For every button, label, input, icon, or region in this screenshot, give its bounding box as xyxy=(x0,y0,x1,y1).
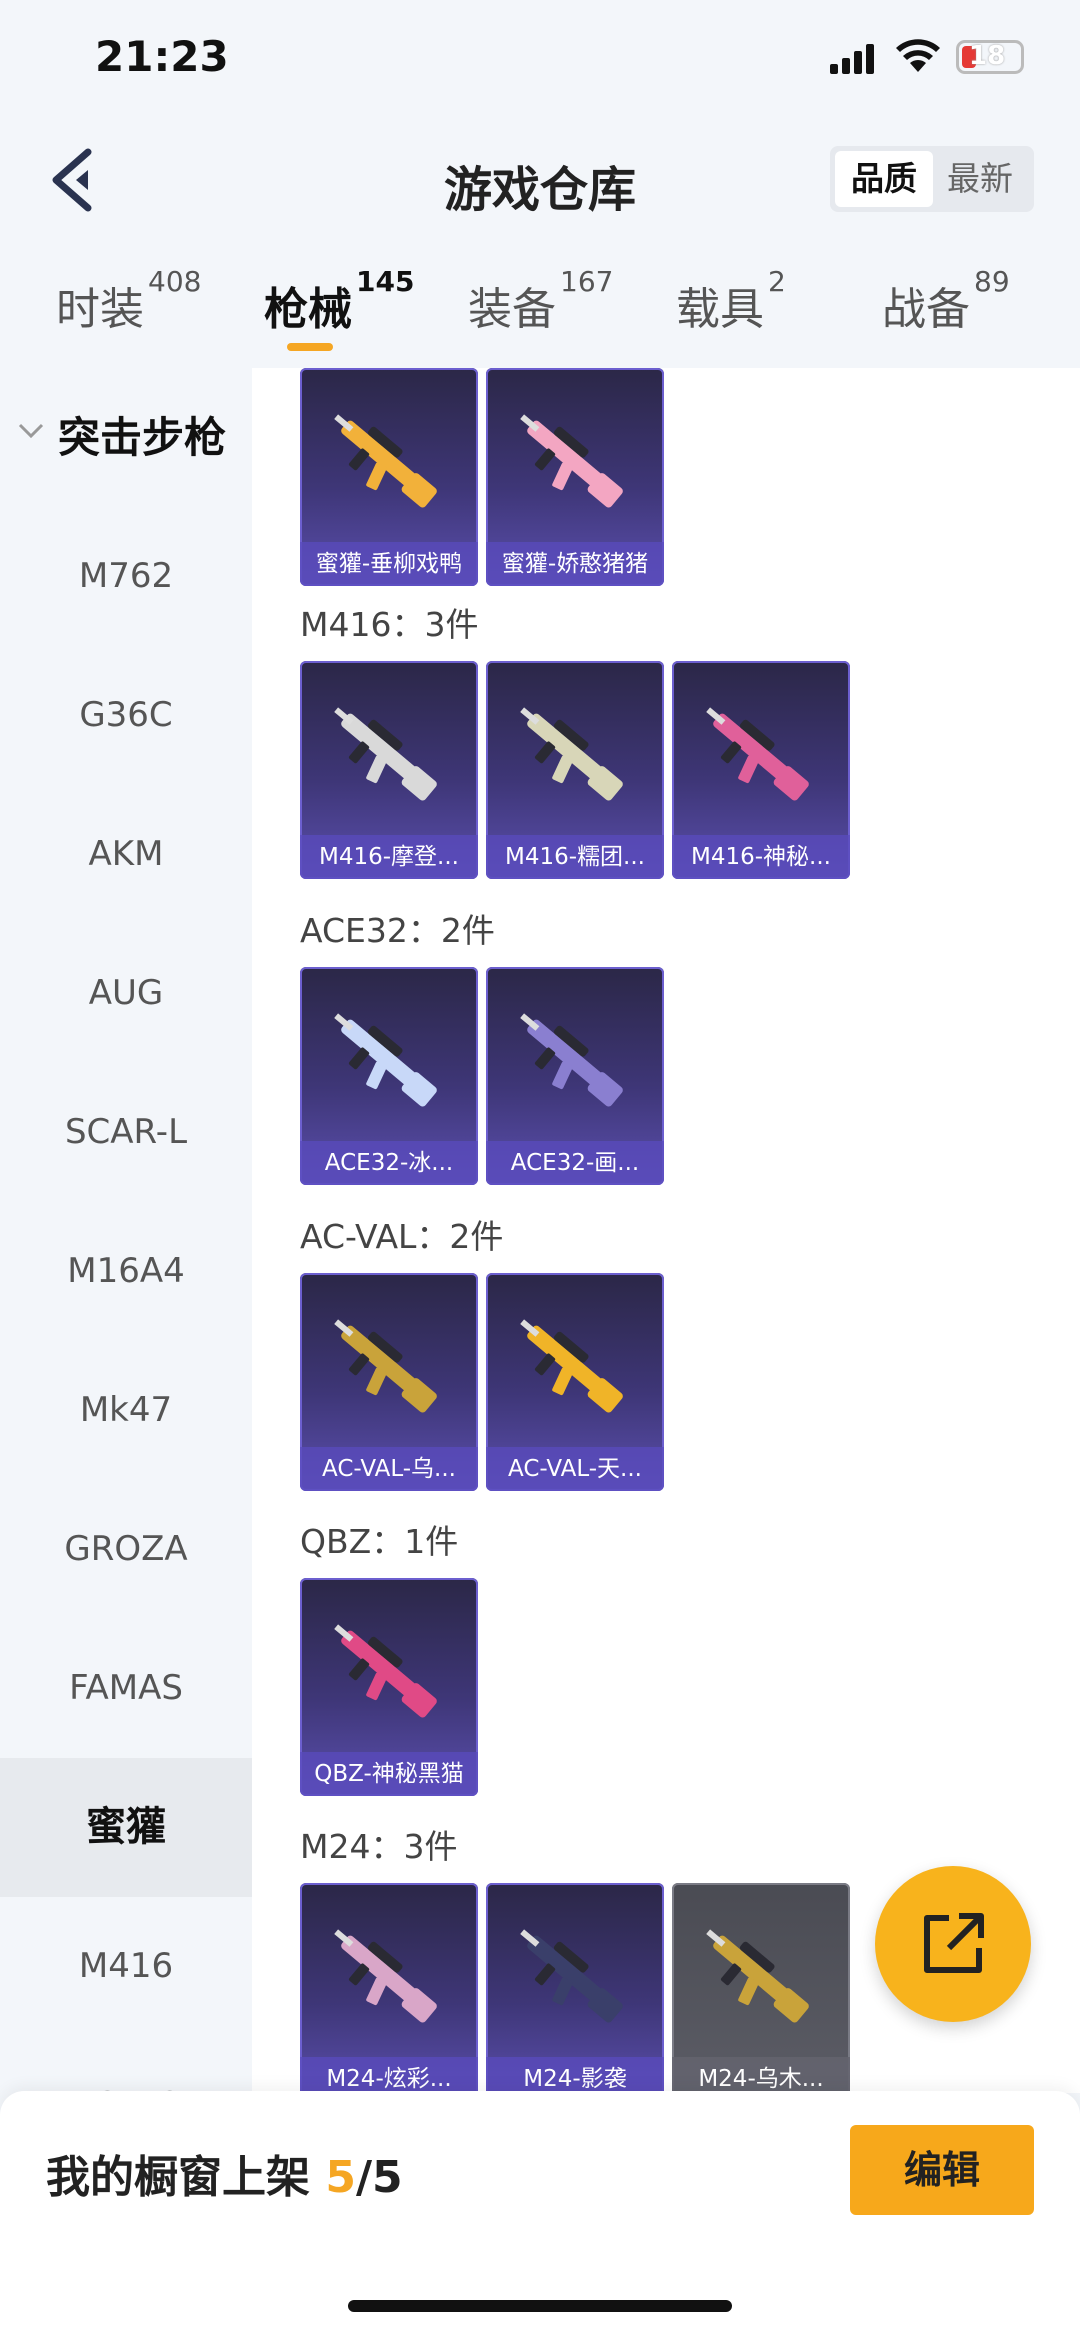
skin-card[interactable]: 蜜獾-垂柳戏鸭 xyxy=(300,368,478,586)
tab-vehicles[interactable]: 载具2 xyxy=(676,265,786,337)
sort-option-quality[interactable]: 品质 xyxy=(835,151,933,207)
skin-card[interactable]: M24-影袭 xyxy=(486,1883,664,2093)
sidebar-item-groza[interactable]: GROZA xyxy=(0,1480,252,1619)
sidebar-item-honey-badger[interactable]: 蜜獾 xyxy=(0,1758,252,1897)
chevron-down-icon xyxy=(18,423,44,439)
skin-card[interactable]: AC-VAL-乌... xyxy=(300,1273,478,1491)
sidebar-item-ace32[interactable]: ACE32 xyxy=(0,2036,252,2093)
rifle-icon xyxy=(520,707,623,801)
rifle-icon xyxy=(334,1624,437,1718)
sort-option-newest[interactable]: 最新 xyxy=(931,151,1029,207)
skin-card-label: M416-摩登... xyxy=(300,835,478,879)
tab-fashion[interactable]: 时装408 xyxy=(56,265,201,337)
tab-supplies[interactable]: 战备89 xyxy=(882,265,1010,337)
skin-card[interactable]: AC-VAL-天... xyxy=(486,1273,664,1491)
skin-card[interactable]: M416-糯团... xyxy=(486,661,664,879)
skin-card-label: M416-神秘... xyxy=(672,835,850,879)
rifle-icon xyxy=(520,414,623,508)
group-title: M416：3件 xyxy=(300,605,479,644)
group-title: ACE32：2件 xyxy=(300,911,495,950)
group-title: M24：3件 xyxy=(300,1827,458,1866)
sidebar-category[interactable]: 突击步枪 xyxy=(0,368,252,507)
active-tab-indicator xyxy=(287,343,333,351)
skin-card-label: 蜜獾-娇憨猪猪 xyxy=(486,542,664,586)
edit-button[interactable]: 编辑 xyxy=(850,2125,1034,2215)
cellular-signal-icon xyxy=(830,44,874,74)
sidebar-item-g36c[interactable]: G36C xyxy=(0,646,252,785)
skin-card-label: 蜜獾-垂柳戏鸭 xyxy=(300,542,478,586)
rifle-icon xyxy=(334,1013,437,1107)
battery-level: 18 xyxy=(969,41,1006,71)
rifle-icon xyxy=(334,1319,437,1413)
skin-card-label: AC-VAL-乌... xyxy=(300,1447,478,1491)
rifle-icon xyxy=(334,414,437,508)
skin-card[interactable]: 蜜獾-娇憨猪猪 xyxy=(486,368,664,586)
sidebar-item-aug[interactable]: AUG xyxy=(0,924,252,1063)
rifle-icon xyxy=(334,707,437,801)
skin-card[interactable]: M24-炫彩... xyxy=(300,1883,478,2093)
skin-card-label: ACE32-画... xyxy=(486,1141,664,1185)
wifi-icon xyxy=(896,39,940,72)
skin-card-label: QBZ-神秘黑猫 xyxy=(300,1752,478,1796)
skin-card[interactable]: M416-摩登... xyxy=(300,661,478,879)
group-title: AC-VAL：2件 xyxy=(300,1217,504,1256)
skin-card[interactable]: ACE32-冰... xyxy=(300,967,478,1185)
skin-card[interactable]: ACE32-画... xyxy=(486,967,664,1185)
battery-icon: 18 xyxy=(956,40,1024,74)
sidebar-item-akm[interactable]: AKM xyxy=(0,785,252,924)
home-indicator xyxy=(348,2300,732,2312)
group-title: QBZ：1件 xyxy=(300,1522,459,1561)
skin-card[interactable]: QBZ-神秘黑猫 xyxy=(300,1578,478,1796)
rifle-icon xyxy=(520,1013,623,1107)
share-button[interactable] xyxy=(875,1866,1031,2022)
skin-card-label: ACE32-冰... xyxy=(300,1141,478,1185)
skin-card[interactable]: M416-神秘... xyxy=(672,661,850,879)
nav-bar: 游戏仓库 品质 最新 xyxy=(0,130,1080,230)
sidebar-item-scar-l[interactable]: SCAR-L xyxy=(0,1063,252,1202)
skin-card-label: M24-炫彩... xyxy=(300,2057,478,2093)
skin-card[interactable]: M24-乌木... xyxy=(672,1883,850,2093)
status-time: 21:23 xyxy=(95,32,229,81)
sidebar-item-mk47[interactable]: Mk47 xyxy=(0,1341,252,1480)
skin-card-label: M24-影袭 xyxy=(486,2057,664,2093)
weapon-grid: 蜜獾-垂柳戏鸭 蜜獾-娇憨猪猪 M416：3件 M416-摩登... M416-糯团..… xyxy=(252,368,1080,2093)
sort-toggle: 品质 最新 xyxy=(830,146,1034,212)
skin-card-label: M24-乌木... xyxy=(672,2057,850,2093)
rifle-icon xyxy=(334,1929,437,2023)
rifle-icon xyxy=(706,1929,809,2023)
weapon-sidebar: 突击步枪 M762 G36C AKM AUG SCAR-L M16A4 Mk47… xyxy=(0,368,252,2093)
skin-card-label: AC-VAL-天... xyxy=(486,1447,664,1491)
sidebar-item-m762[interactable]: M762 xyxy=(0,507,252,646)
sidebar-item-m416[interactable]: M416 xyxy=(0,1897,252,2036)
sidebar-item-m16a4[interactable]: M16A4 xyxy=(0,1202,252,1341)
showcase-status: 我的橱窗上架 5/5 xyxy=(46,2152,403,2203)
status-bar: 21:23 18 xyxy=(0,0,1080,120)
rifle-icon xyxy=(520,1929,623,2023)
rifle-icon xyxy=(520,1319,623,1413)
skin-card-label: M416-糯团... xyxy=(486,835,664,879)
category-tabs: 时装408 枪械145 装备167 载具2 战备89 xyxy=(0,265,1080,365)
tab-equipment[interactable]: 装备167 xyxy=(468,265,613,337)
tab-guns[interactable]: 枪械145 xyxy=(264,265,414,337)
sidebar-item-famas[interactable]: FAMAS xyxy=(0,1619,252,1758)
rifle-icon xyxy=(706,707,809,801)
share-external-icon xyxy=(924,1913,984,1973)
